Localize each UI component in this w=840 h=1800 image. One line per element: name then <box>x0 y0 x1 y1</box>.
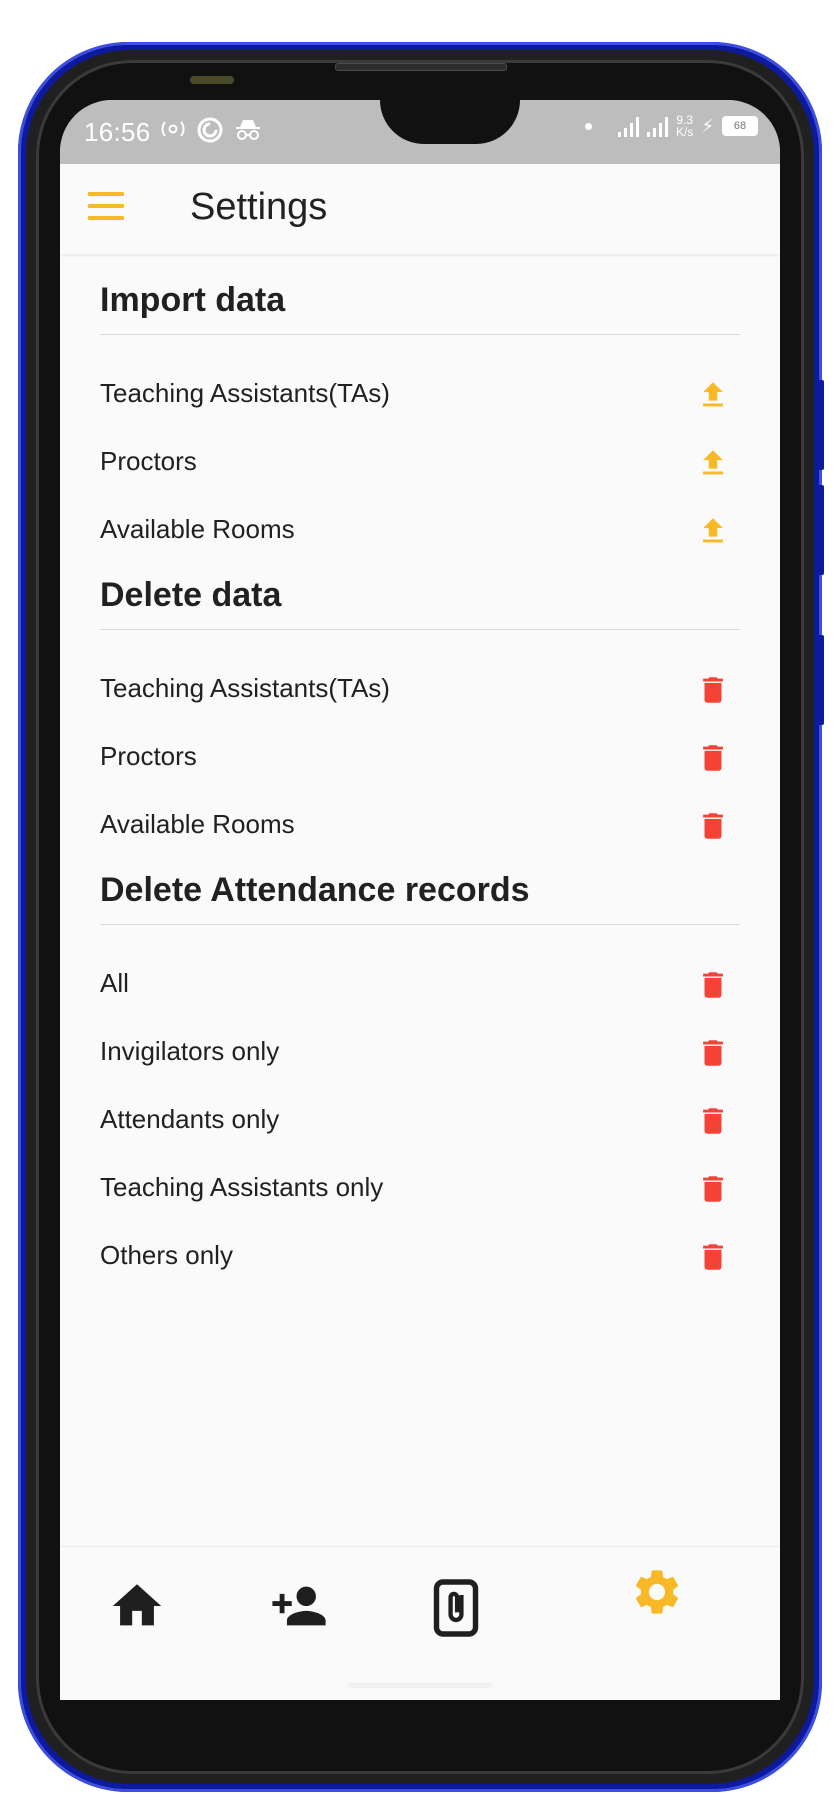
upload-icon[interactable] <box>696 377 730 413</box>
home-icon[interactable] <box>108 1577 172 1641</box>
proximity-sensor <box>190 76 234 84</box>
signal-icon <box>618 115 640 137</box>
bottom-navigation <box>60 1546 780 1657</box>
volume-up-button <box>816 380 824 470</box>
delete-icon[interactable] <box>696 967 730 1003</box>
volume-down-button <box>816 485 824 575</box>
section-delete-data: Delete data Teaching Assistants(TAs) Pro… <box>100 569 740 858</box>
list-item[interactable]: Available Rooms <box>100 495 740 563</box>
hotspot-icon <box>160 118 186 146</box>
list-item[interactable]: Proctors <box>100 722 740 790</box>
status-bar: 16:56 9.3 K/s ⚡ 68 <box>60 100 780 164</box>
list-item-label: Teaching Assistants(TAs) <box>100 377 390 408</box>
delete-icon[interactable] <box>696 672 730 708</box>
page-title: Settings <box>190 186 328 228</box>
delete-icon[interactable] <box>696 1103 730 1139</box>
list-item-label: Teaching Assistants(TAs) <box>100 672 390 703</box>
section-title: Delete Attendance records <box>100 871 530 909</box>
phone-screen: 16:56 9.3 K/s ⚡ 68 Settings Import data … <box>60 100 780 1700</box>
section-delete-attendance-records: Delete Attendance records All Invigilato… <box>100 864 740 1289</box>
signal-icon <box>647 115 669 137</box>
section-title: Import data <box>100 281 286 319</box>
power-button <box>816 635 824 725</box>
charging-icon: ⚡ <box>701 115 714 136</box>
network-speed: 9.3 K/s <box>676 114 693 138</box>
list-item-label: All <box>100 967 129 998</box>
section-title: Delete data <box>100 576 282 614</box>
camera-notch <box>380 100 520 144</box>
list-item[interactable]: Teaching Assistants only <box>100 1153 740 1221</box>
incognito-icon <box>234 118 262 148</box>
upload-icon[interactable] <box>696 445 730 481</box>
app-bar: Settings <box>60 164 780 254</box>
list-item-label: Teaching Assistants only <box>100 1171 384 1202</box>
notification-dot <box>585 122 593 130</box>
list-item[interactable]: All <box>100 949 740 1017</box>
list-item[interactable]: Available Rooms <box>100 790 740 858</box>
menu-icon[interactable] <box>88 192 124 222</box>
battery-icon: 68 <box>722 116 758 136</box>
settings-list: Import data Teaching Assistants(TAs) Pro… <box>100 274 740 1295</box>
list-item-label: Invigilators only <box>100 1035 280 1066</box>
status-right-icons: 9.3 K/s ⚡ 68 <box>585 114 758 138</box>
home-indicator[interactable] <box>348 1683 492 1688</box>
list-item-label: Proctors <box>100 740 197 771</box>
delete-icon[interactable] <box>696 808 730 844</box>
settings-gear-icon[interactable] <box>630 1565 694 1629</box>
status-time: 16:56 <box>84 117 151 147</box>
list-item[interactable]: Others only <box>100 1221 740 1289</box>
divider <box>100 334 740 335</box>
list-item[interactable]: Teaching Assistants(TAs) <box>100 654 740 722</box>
speaker-grill <box>335 63 507 71</box>
delete-icon[interactable] <box>696 1171 730 1207</box>
delete-icon[interactable] <box>696 1035 730 1071</box>
divider <box>100 629 740 630</box>
delete-icon[interactable] <box>696 740 730 776</box>
list-item-label: Proctors <box>100 445 197 476</box>
network-speed-unit: K/s <box>676 125 694 139</box>
list-item[interactable]: Invigilators only <box>100 1017 740 1085</box>
list-item[interactable]: Proctors <box>100 427 740 495</box>
divider <box>100 924 740 925</box>
attachment-icon[interactable] <box>430 1577 494 1641</box>
section-import-data: Import data Teaching Assistants(TAs) Pro… <box>100 274 740 563</box>
add-person-icon[interactable] <box>268 1577 332 1641</box>
list-item-label: Available Rooms <box>100 513 295 544</box>
list-item-label: Available Rooms <box>100 808 295 839</box>
upload-icon[interactable] <box>696 513 730 549</box>
list-item-label: Attendants only <box>100 1103 280 1134</box>
vpn-icon <box>196 116 224 150</box>
list-item[interactable]: Attendants only <box>100 1085 740 1153</box>
list-item[interactable]: Teaching Assistants(TAs) <box>100 359 740 427</box>
delete-icon[interactable] <box>696 1239 730 1275</box>
list-item-label: Others only <box>100 1239 233 1270</box>
